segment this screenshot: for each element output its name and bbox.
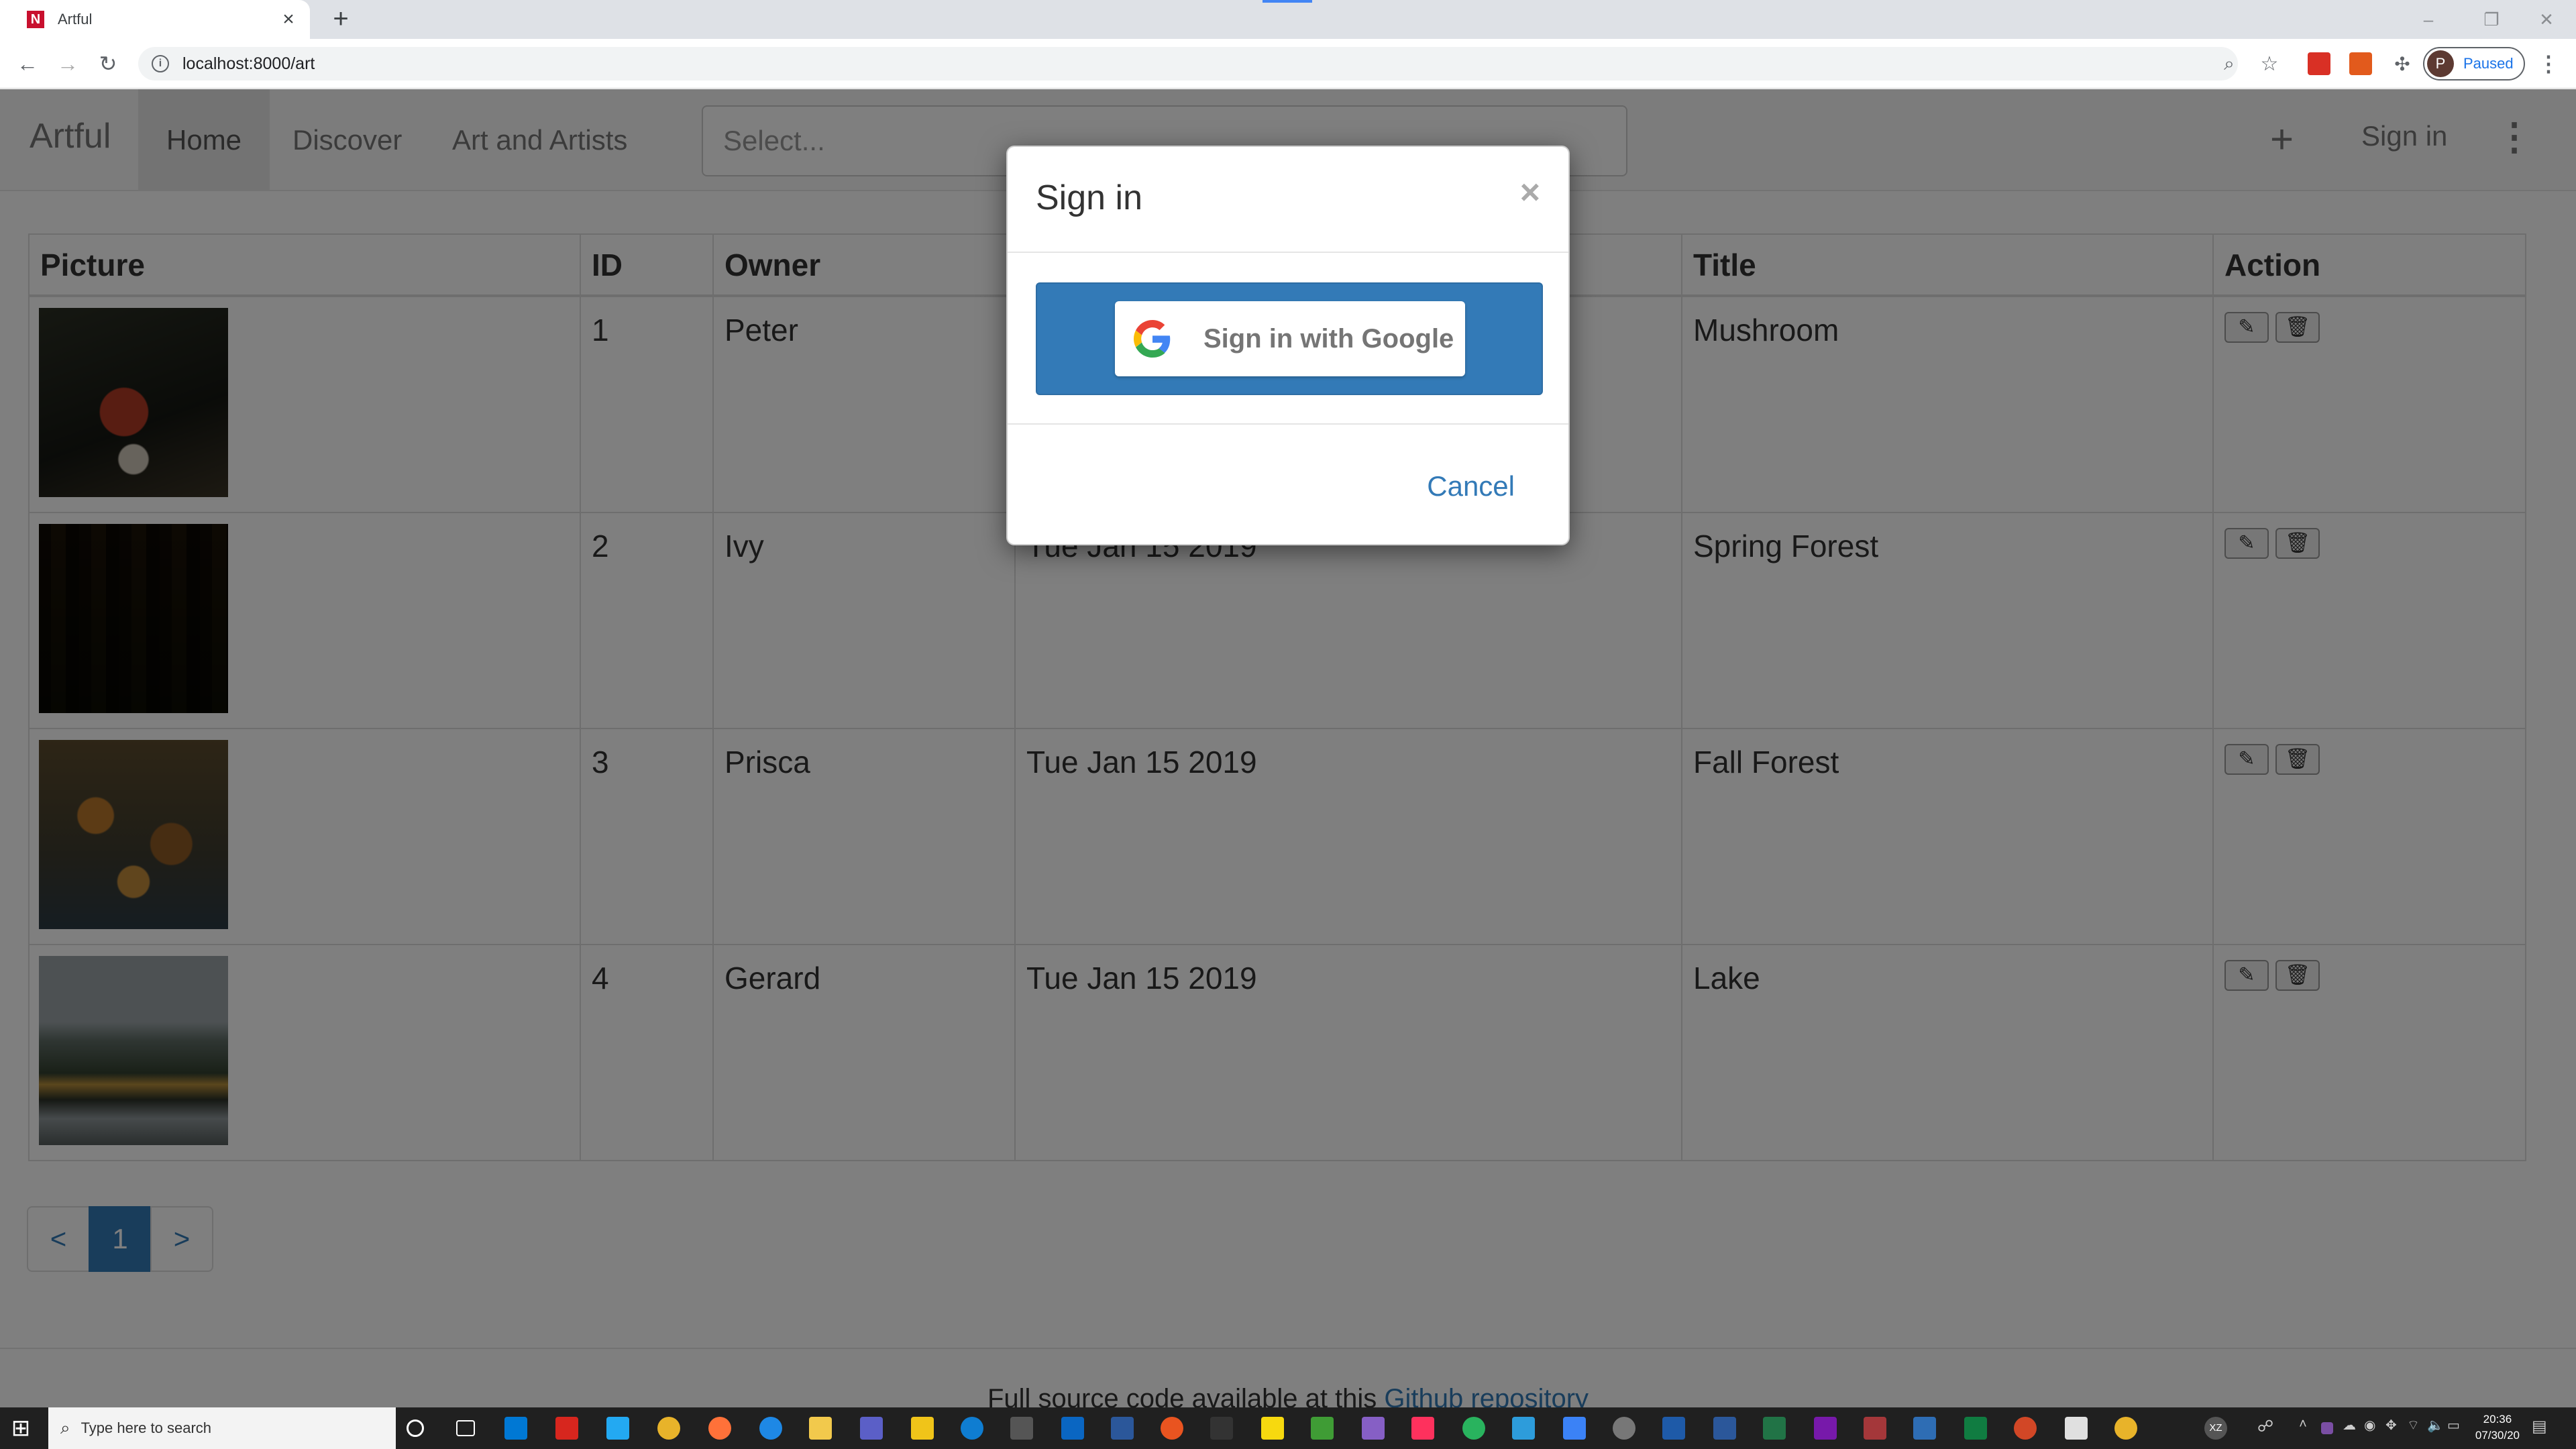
tray-chevron-icon[interactable]: ˄: [2292, 1417, 2314, 1440]
cortana-icon[interactable]: [407, 1419, 424, 1437]
profile-button[interactable]: P Paused: [2423, 47, 2525, 80]
url-text: localhost:8000/art: [182, 54, 315, 73]
file-explorer-icon[interactable]: [809, 1417, 832, 1440]
taskbar-search-placeholder: Type here to search: [80, 1419, 212, 1436]
access-icon[interactable]: [1864, 1417, 1886, 1440]
ubuntu-icon[interactable]: [1161, 1417, 1183, 1440]
close-tab-icon[interactable]: ×: [276, 7, 301, 32]
clock-date: 07/30/20: [2475, 1429, 2520, 1442]
publisher-icon[interactable]: [1964, 1417, 1987, 1440]
tab-strip: N Artful × + – ❐ ✕: [0, 0, 2576, 39]
kotlin-app-icon[interactable]: [2065, 1417, 2088, 1440]
chrome-dev-icon[interactable]: [2114, 1417, 2137, 1440]
close-icon[interactable]: ×: [1520, 172, 1540, 213]
address-bar[interactable]: i localhost:8000/art: [138, 47, 2238, 80]
window-focus-indicator: [1263, 0, 1312, 3]
profile-status: Paused: [2463, 55, 2514, 72]
extension-red-icon[interactable]: [2308, 52, 2330, 75]
sign-in-modal: Sign in × Sign in with Google Cancel: [1006, 146, 1570, 545]
page-content: Artful Home Discover Art and Artists Sel…: [0, 89, 2576, 1407]
notifications-icon[interactable]: ▤: [2532, 1417, 2555, 1440]
tray-onenote-icon[interactable]: [2321, 1422, 2333, 1434]
reload-icon[interactable]: ↻: [93, 48, 123, 79]
modal-body: Sign in with Google: [1008, 253, 1568, 425]
intellij-icon[interactable]: [1411, 1417, 1434, 1440]
green-app-icon[interactable]: [1311, 1417, 1334, 1440]
vscode-icon[interactable]: [606, 1417, 629, 1440]
edge-icon[interactable]: [961, 1417, 983, 1440]
browser-toolbar: ← → ↻ i localhost:8000/art ⌕ ☆ ✣ P Pause…: [0, 39, 2576, 89]
x-app-icon[interactable]: [1210, 1417, 1233, 1440]
battery-icon[interactable]: ▭: [2447, 1417, 2470, 1440]
cancel-button[interactable]: Cancel: [1427, 470, 1515, 502]
firefox-icon[interactable]: [708, 1417, 731, 1440]
word-icon[interactable]: [1111, 1417, 1134, 1440]
taskbar-search[interactable]: ⌕ Type here to search: [48, 1407, 396, 1449]
cloud-icon[interactable]: ☁: [2343, 1417, 2365, 1440]
google-signin-container: Sign in with Google: [1036, 282, 1543, 395]
teams-icon[interactable]: [860, 1417, 883, 1440]
browser-menu-icon[interactable]: ⋮: [2533, 48, 2564, 79]
forward-arrow-icon[interactable]: →: [52, 48, 83, 79]
modal-title: Sign in: [1036, 178, 1142, 217]
bookmark-star-icon[interactable]: ☆: [2254, 48, 2285, 79]
profile-avatar: P: [2427, 50, 2454, 77]
sticky-notes-icon[interactable]: [1261, 1417, 1284, 1440]
windows-taskbar: ⊞ ⌕ Type here to search XZ ☍ ˄ ☁ ◉ ✥ ⌔ 🔈…: [0, 1407, 2576, 1449]
extension-orange-icon[interactable]: [2349, 52, 2372, 75]
new-tab-icon[interactable]: +: [327, 4, 354, 34]
back-arrow-icon[interactable]: ←: [12, 48, 43, 79]
site-info-icon[interactable]: i: [152, 55, 169, 72]
clock[interactable]: 20:36 07/30/20: [2475, 1411, 2520, 1444]
excel-icon[interactable]: [1763, 1417, 1786, 1440]
dropbox-icon[interactable]: ✥: [2385, 1417, 2408, 1440]
zoom-icon[interactable]: ⌕: [2214, 48, 2245, 79]
user-initials[interactable]: XZ: [2204, 1417, 2227, 1440]
acrobat-icon[interactable]: [555, 1417, 578, 1440]
network-app-icon[interactable]: [1662, 1417, 1685, 1440]
windows-start-icon[interactable]: ⊞: [8, 1415, 34, 1441]
google-g-icon: [1134, 320, 1171, 358]
powerpoint-icon[interactable]: [2014, 1417, 2037, 1440]
tab-title: Artful: [58, 11, 93, 28]
clock-time: 20:36: [2483, 1413, 2512, 1426]
task-view-icon[interactable]: [456, 1420, 475, 1436]
extensions-puzzle-icon[interactable]: ✣: [2387, 48, 2418, 79]
chrome-icon[interactable]: [657, 1417, 680, 1440]
minimize-window-icon[interactable]: –: [2395, 0, 2462, 39]
word-doc-icon[interactable]: [1713, 1417, 1736, 1440]
netflix-favicon-icon: N: [27, 11, 44, 28]
xbox-icon[interactable]: [1462, 1417, 1485, 1440]
modal-header: Sign in ×: [1008, 147, 1568, 253]
gray-app-icon[interactable]: [1613, 1417, 1635, 1440]
onenote-icon[interactable]: [1814, 1417, 1837, 1440]
volume-icon[interactable]: 🔈: [2427, 1417, 2450, 1440]
visual-studio-icon[interactable]: [1362, 1417, 1385, 1440]
visio-icon[interactable]: [1913, 1417, 1936, 1440]
terminal-icon[interactable]: [1010, 1417, 1033, 1440]
git-icon[interactable]: [911, 1417, 934, 1440]
google-button-label: Sign in with Google: [1203, 323, 1454, 354]
tool-icon[interactable]: [1563, 1417, 1586, 1440]
wifi-icon[interactable]: ⌔: [2407, 1417, 2430, 1440]
google-signin-button[interactable]: Sign in with Google: [1115, 301, 1465, 376]
browser-blue-icon[interactable]: [759, 1417, 782, 1440]
browser-tab[interactable]: N Artful ×: [0, 0, 310, 39]
modal-footer: Cancel: [1008, 425, 1568, 544]
search-icon: ⌕: [60, 1417, 70, 1438]
close-window-icon[interactable]: ✕: [2513, 0, 2576, 39]
outlook-icon[interactable]: [504, 1417, 527, 1440]
security-icon[interactable]: ◉: [2364, 1417, 2387, 1440]
people-icon[interactable]: ☍: [2254, 1417, 2277, 1440]
linkedin-icon[interactable]: [1061, 1417, 1084, 1440]
pen-icon[interactable]: [1512, 1417, 1535, 1440]
